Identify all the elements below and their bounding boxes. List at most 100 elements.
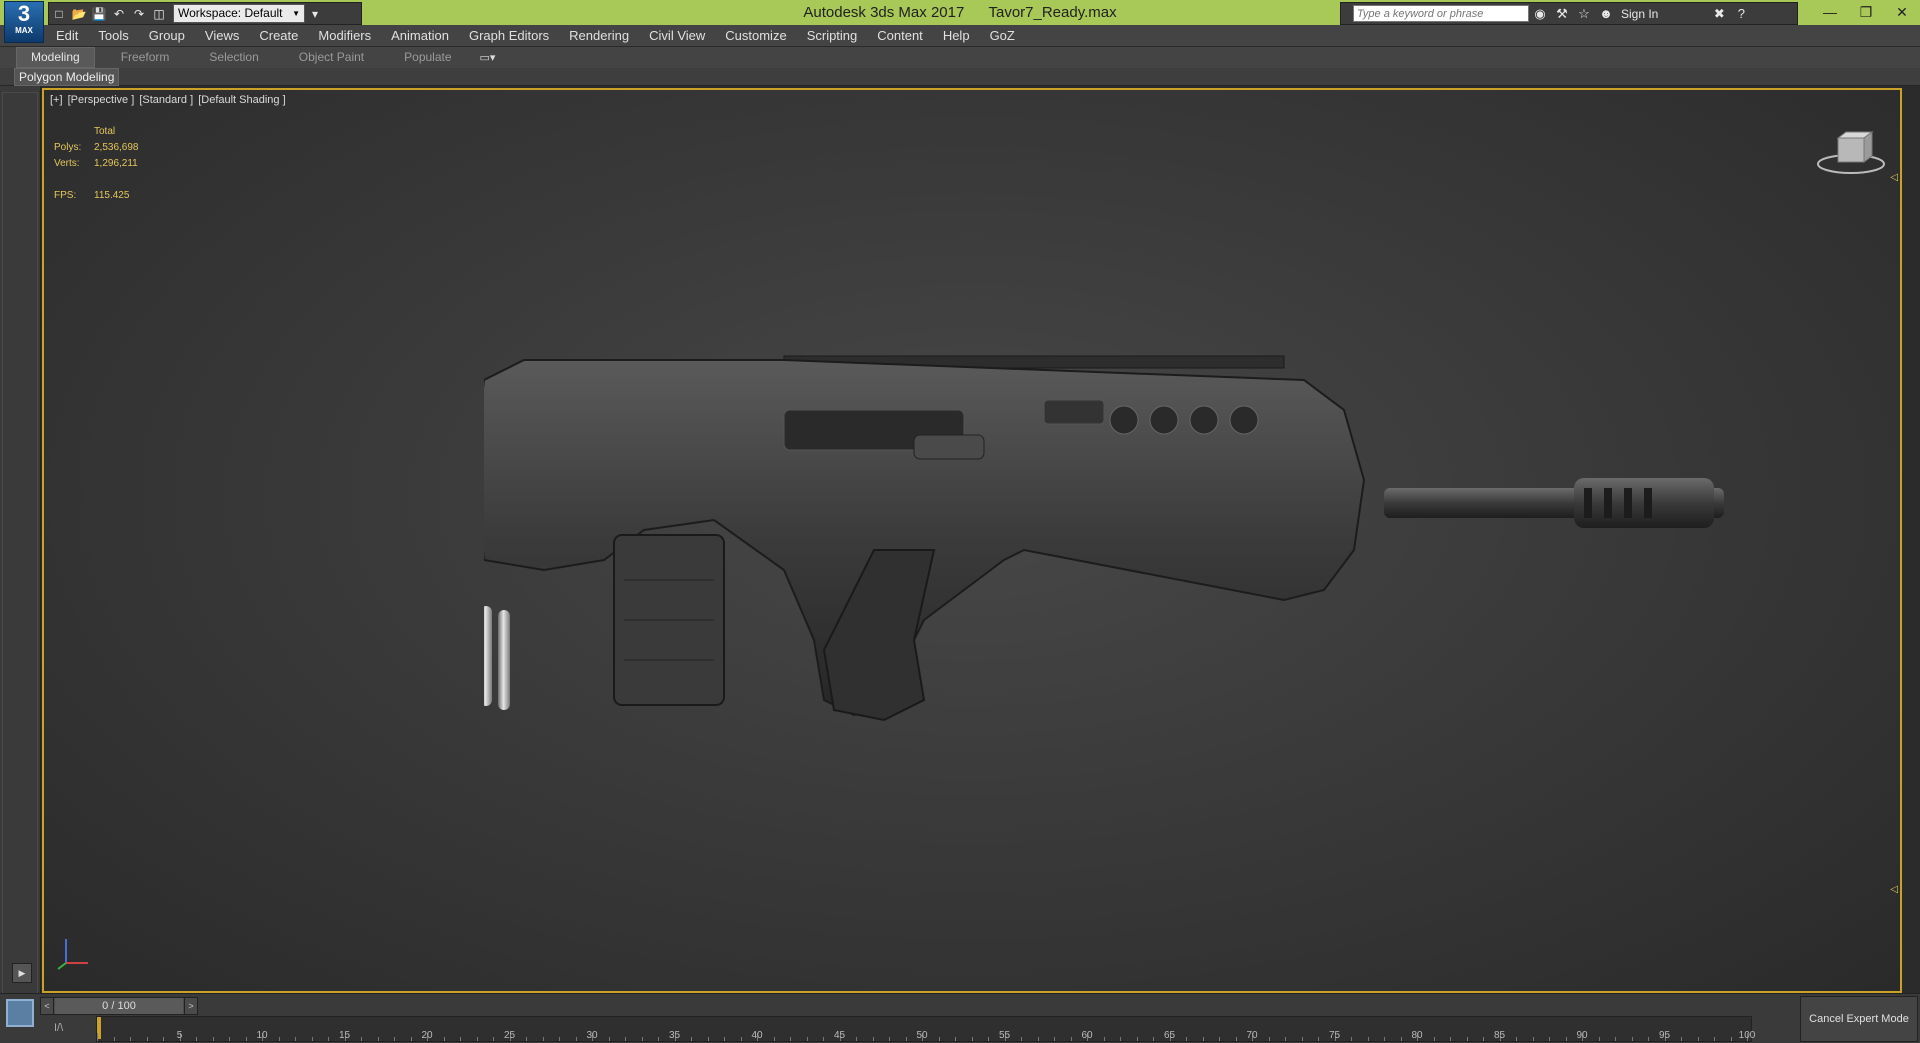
timeline-tick [1466, 1037, 1468, 1041]
timeline-tick [1037, 1037, 1039, 1041]
menu-edit[interactable]: Edit [56, 28, 78, 43]
save-file-icon[interactable]: 💾 [89, 4, 109, 24]
viewport-label[interactable]: [+] [Perspective ] [Standard ] [Default … [50, 94, 288, 106]
timeline-tick [1054, 1037, 1055, 1041]
help-icon[interactable]: ? [1730, 4, 1752, 24]
timeline-tick [113, 1037, 115, 1041]
timeline-tick [559, 1037, 560, 1041]
user-icon: ☻ [1599, 6, 1613, 21]
timeline-tick [823, 1037, 824, 1041]
cancel-expert-mode-button[interactable]: Cancel Expert Mode [1800, 996, 1918, 1042]
window-controls: — ❐ ✕ [1812, 0, 1920, 24]
viewport-menu-perspective[interactable]: [Perspective ] [68, 94, 135, 106]
bullet-3 [484, 606, 492, 706]
rifle-model[interactable] [484, 320, 1764, 880]
favorites-star-icon[interactable]: ☆ [1573, 4, 1595, 24]
timeline-tick [707, 1037, 709, 1041]
ribbon-minimize-icon[interactable]: ▭▾ [480, 51, 496, 64]
timeline-tick [278, 1037, 280, 1041]
perspective-viewport[interactable]: [+] [Perspective ] [Standard ] [Default … [42, 88, 1902, 993]
timeline-tick [1021, 1037, 1022, 1041]
next-frame-icon[interactable]: > [184, 998, 197, 1014]
workspace-label: Workspace: Default [178, 6, 283, 20]
restore-icon[interactable]: ❐ [1848, 0, 1884, 24]
tab-object-paint[interactable]: Object Paint [285, 48, 378, 67]
menu-group[interactable]: Group [149, 28, 185, 43]
menu-create[interactable]: Create [259, 28, 298, 43]
tab-selection[interactable]: Selection [195, 48, 272, 67]
curve-toggle-icon[interactable]: I/\ [54, 1022, 63, 1034]
project-folder-icon[interactable]: ◫ [149, 4, 169, 24]
timeline-tick [1714, 1037, 1715, 1041]
timeline-tick [641, 1037, 643, 1041]
timeline-tick [625, 1037, 626, 1041]
sign-in-button[interactable]: Sign In [1621, 7, 1658, 21]
prev-frame-icon[interactable]: < [41, 998, 54, 1014]
menu-help[interactable]: Help [943, 28, 970, 43]
app-menu-button[interactable]: 3 MAX [4, 1, 44, 43]
menu-graph-editors[interactable]: Graph Editors [469, 28, 549, 43]
timeline-tick [1235, 1037, 1237, 1041]
timeline-tick [1103, 1037, 1105, 1041]
timeline-tick [856, 1037, 857, 1041]
timeline-tick [526, 1037, 527, 1041]
customize-toolbar-icon[interactable]: ▾ [305, 4, 325, 24]
chevron-down-icon: ▼ [292, 9, 300, 18]
timeline-tick-label: 95 [1658, 1030, 1671, 1041]
timeline-tick [410, 1037, 412, 1041]
timeline-tick [1483, 1037, 1484, 1041]
close-icon[interactable]: ✕ [1884, 0, 1920, 24]
binoculars-icon[interactable]: ◉ [1529, 4, 1551, 24]
viewcube-icon[interactable] [1816, 126, 1886, 176]
menu-scripting[interactable]: Scripting [807, 28, 858, 43]
redo-icon[interactable]: ↷ [129, 4, 149, 24]
viewport-menu-plus[interactable]: [+] [50, 94, 63, 106]
ribbon-tabs: Modeling Freeform Selection Object Paint… [16, 47, 495, 68]
menu-tools[interactable]: Tools [98, 28, 128, 43]
tab-populate[interactable]: Populate [390, 48, 465, 67]
menu-content[interactable]: Content [877, 28, 923, 43]
timeline-tick [245, 1037, 247, 1041]
timeline-tick [889, 1037, 890, 1041]
menu-modifiers[interactable]: Modifiers [318, 28, 371, 43]
ribbon-panel-bar: Polygon Modeling [0, 68, 1920, 86]
exchange-icon[interactable]: ✖ [1708, 4, 1730, 24]
new-file-icon[interactable]: □ [49, 4, 69, 24]
mini-curve-editor-icon[interactable] [6, 999, 34, 1027]
panel-polygon-modeling[interactable]: Polygon Modeling [14, 68, 120, 86]
tab-freeform[interactable]: Freeform [107, 48, 184, 67]
menu-goz[interactable]: GoZ [990, 28, 1015, 43]
undo-icon[interactable]: ↶ [109, 4, 129, 24]
menu-animation[interactable]: Animation [391, 28, 449, 43]
timeline-ruler[interactable]: 5 10 15 20 25 30 35 40 45 50 55 60 65 70 75 80 85 90 95 100 [96, 1016, 1755, 1042]
viewport-menu-shading[interactable]: [Default Shading ] [198, 94, 285, 106]
time-slider[interactable]: < 0 / 100 > [40, 997, 198, 1015]
timeline-bar: I/\ < 0 / 100 > 5 10 15 20 25 30 35 40 45 50 55 60 6… [0, 993, 1920, 1043]
menu-civil-view[interactable]: Civil View [649, 28, 705, 43]
play-icon[interactable]: ▶ [12, 963, 32, 983]
menu-rendering[interactable]: Rendering [569, 28, 629, 43]
timeline-tick [163, 1037, 164, 1041]
menu-views[interactable]: Views [205, 28, 239, 43]
infocenter-toolbar: ◉ ⚒ ☆ ☻ Sign In ✖ ? [1340, 2, 1798, 25]
timeline-tick [988, 1037, 989, 1041]
timeline-tick [377, 1037, 379, 1041]
minimize-icon[interactable]: — [1812, 0, 1848, 24]
timeline-tick [905, 1037, 907, 1041]
viewport-menu-standard[interactable]: [Standard ] [139, 94, 193, 106]
timeline-tick [295, 1037, 296, 1041]
timeline-tick [1516, 1037, 1517, 1041]
menu-customize[interactable]: Customize [725, 28, 786, 43]
timeline-tick-label: 15 [338, 1030, 351, 1041]
search-input[interactable] [1353, 5, 1529, 22]
tools-icon[interactable]: ⚒ [1551, 4, 1573, 24]
timeline-tick [955, 1037, 956, 1041]
tab-modeling[interactable]: Modeling [16, 47, 95, 68]
timeline-tick-label: 60 [1081, 1030, 1093, 1041]
time-slider-value[interactable]: 0 / 100 [55, 998, 183, 1014]
workspace-dropdown[interactable]: Workspace: Default ▼ [173, 4, 305, 23]
left-toolbar-frame [2, 92, 38, 994]
open-file-icon[interactable]: 📂 [69, 4, 89, 24]
timeline-tick [1070, 1037, 1072, 1041]
menu-items: Edit Tools Group Views Create Modifiers … [56, 25, 1035, 46]
